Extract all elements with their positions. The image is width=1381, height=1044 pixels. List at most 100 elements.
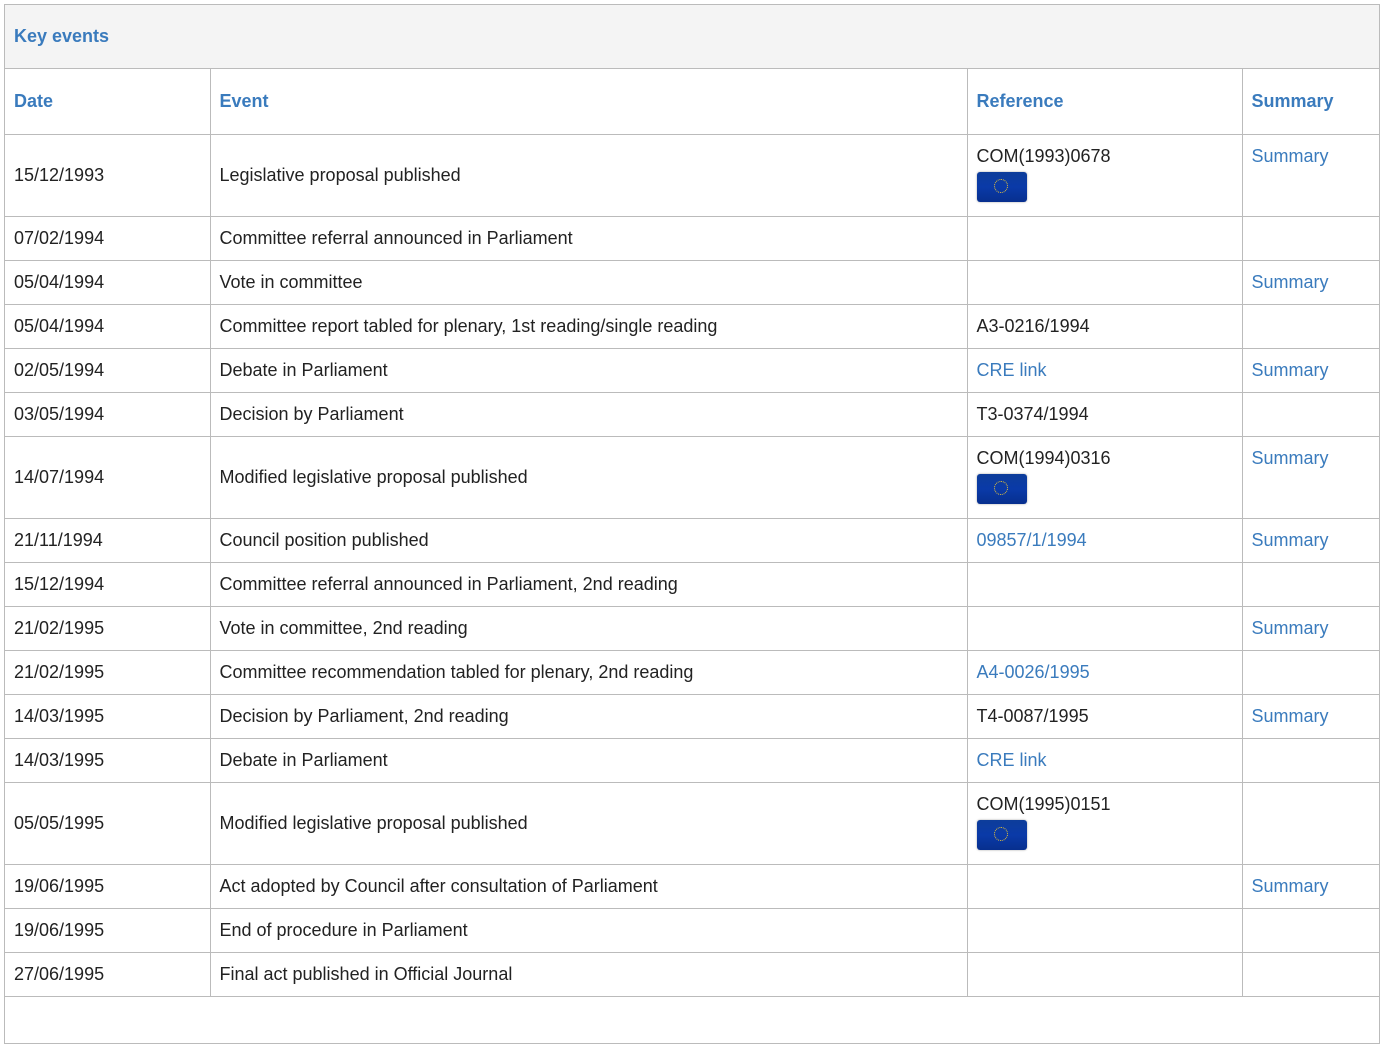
- event-reference: COM(1993)0678: [976, 145, 1111, 166]
- event-description: Committee referral announced in Parliame…: [209, 215, 968, 261]
- event-date: 19/06/1995: [5, 863, 211, 909]
- event-date: 15/12/1994: [5, 561, 211, 607]
- panel-title: Key events: [14, 26, 110, 46]
- column-header-reference: Reference: [966, 69, 1243, 135]
- event-reference-cell: COM(1993)0678: [966, 133, 1243, 217]
- event-date: 14/07/1994: [5, 435, 211, 519]
- table-row: 05/04/1994 Committee report tabled for p…: [5, 303, 1379, 349]
- table-row: 21/11/1994 Council position published 09…: [5, 517, 1379, 563]
- cre-link[interactable]: CRE link: [977, 360, 1047, 380]
- event-reference: [966, 605, 1243, 651]
- event-date: 05/04/1994: [5, 259, 211, 305]
- eu-flag-icon[interactable]: [976, 473, 1027, 504]
- event-reference: A3-0216/1994: [966, 303, 1243, 349]
- event-reference: [966, 951, 1243, 997]
- event-reference: T4-0087/1995: [966, 693, 1243, 739]
- summary-link[interactable]: Summary: [1252, 272, 1329, 292]
- table-header-row: Date Event Reference Summary: [5, 69, 1379, 135]
- table-row: 05/04/1994 Vote in committee Summary: [5, 259, 1379, 305]
- table-row: 03/05/1994 Decision by Parliament T3-037…: [5, 391, 1379, 437]
- event-description: Debate in Parliament: [209, 347, 968, 393]
- event-reference-cell: COM(1995)0151: [966, 781, 1243, 865]
- event-reference: [966, 863, 1243, 909]
- event-summary-cell: [1241, 649, 1379, 695]
- event-date: 02/05/1994: [5, 347, 211, 393]
- event-summary-cell: [1241, 951, 1379, 997]
- event-description: Committee recommendation tabled for plen…: [209, 649, 968, 695]
- event-summary-cell: Summary: [1241, 517, 1379, 563]
- council-document-link[interactable]: 09857/1/1994: [977, 530, 1087, 550]
- event-summary-cell: [1241, 391, 1379, 437]
- event-date: 21/11/1994: [5, 517, 211, 563]
- event-description: Vote in committee: [209, 259, 968, 305]
- event-summary-cell: Summary: [1241, 693, 1379, 739]
- event-summary-cell: Summary: [1241, 863, 1379, 909]
- summary-link[interactable]: Summary: [1252, 360, 1329, 380]
- event-summary-cell: Summary: [1241, 435, 1379, 519]
- column-header-date: Date: [5, 69, 211, 135]
- table-row: 19/06/1995 Act adopted by Council after …: [5, 863, 1379, 909]
- event-description: Council position published: [209, 517, 968, 563]
- cre-link[interactable]: CRE link: [977, 750, 1047, 770]
- event-summary-cell: [1241, 737, 1379, 783]
- event-reference: [966, 907, 1243, 953]
- table-row: 15/12/1994 Committee referral announced …: [5, 561, 1379, 607]
- event-description: Modified legislative proposal published: [209, 781, 968, 865]
- event-description: Decision by Parliament: [209, 391, 968, 437]
- event-description: Act adopted by Council after consultatio…: [209, 863, 968, 909]
- event-description: Modified legislative proposal published: [209, 435, 968, 519]
- key-events-panel: Key events Date Event Reference Summary …: [4, 4, 1380, 1044]
- eu-flag-icon[interactable]: [976, 171, 1027, 202]
- table-row: 14/03/1995 Decision by Parliament, 2nd r…: [5, 693, 1379, 739]
- event-date: 19/06/1995: [5, 907, 211, 953]
- event-reference-cell: 09857/1/1994: [966, 517, 1243, 563]
- event-summary-cell: Summary: [1241, 259, 1379, 305]
- event-summary-cell: Summary: [1241, 133, 1379, 217]
- event-date: 21/02/1995: [5, 649, 211, 695]
- event-description: Debate in Parliament: [209, 737, 968, 783]
- event-reference-cell: COM(1994)0316: [966, 435, 1243, 519]
- summary-link[interactable]: Summary: [1252, 530, 1329, 550]
- table-row: 21/02/1995 Committee recommendation tabl…: [5, 649, 1379, 695]
- table-row: 14/03/1995 Debate in Parliament CRE link: [5, 737, 1379, 783]
- event-date: 03/05/1994: [5, 391, 211, 437]
- table-row: 27/06/1995 Final act published in Offici…: [5, 951, 1379, 997]
- event-summary-cell: [1241, 303, 1379, 349]
- event-description: Decision by Parliament, 2nd reading: [209, 693, 968, 739]
- event-reference: [966, 215, 1243, 261]
- event-date: 27/06/1995: [5, 951, 211, 997]
- event-description: Legislative proposal published: [209, 133, 968, 217]
- event-date: 07/02/1994: [5, 215, 211, 261]
- summary-link[interactable]: Summary: [1252, 146, 1329, 166]
- column-header-summary: Summary: [1241, 69, 1379, 135]
- event-date: 05/04/1994: [5, 303, 211, 349]
- event-date: 14/03/1995: [5, 737, 211, 783]
- summary-link[interactable]: Summary: [1252, 706, 1329, 726]
- event-reference: T3-0374/1994: [966, 391, 1243, 437]
- event-reference: COM(1995)0151: [976, 793, 1111, 814]
- event-summary-cell: [1241, 215, 1379, 261]
- event-description: Committee referral announced in Parliame…: [209, 561, 968, 607]
- summary-link[interactable]: Summary: [1252, 448, 1329, 468]
- eu-flag-icon[interactable]: [976, 819, 1027, 850]
- summary-link[interactable]: Summary: [1252, 618, 1329, 638]
- event-summary-cell: [1241, 781, 1379, 865]
- table-row: 19/06/1995 End of procedure in Parliamen…: [5, 907, 1379, 953]
- event-reference: [966, 259, 1243, 305]
- event-summary-cell: [1241, 907, 1379, 953]
- event-date: 15/12/1993: [5, 133, 211, 217]
- table-row: 21/02/1995 Vote in committee, 2nd readin…: [5, 605, 1379, 651]
- event-description: Committee report tabled for plenary, 1st…: [209, 303, 968, 349]
- event-description: Vote in committee, 2nd reading: [209, 605, 968, 651]
- event-description: End of procedure in Parliament: [209, 907, 968, 953]
- table-row: 15/12/1993 Legislative proposal publishe…: [5, 133, 1379, 217]
- table-row: 02/05/1994 Debate in Parliament CRE link…: [5, 347, 1379, 393]
- table-row: 14/07/1994 Modified legislative proposal…: [5, 435, 1379, 519]
- event-summary-cell: [1241, 561, 1379, 607]
- summary-link[interactable]: Summary: [1252, 876, 1329, 896]
- report-link[interactable]: A4-0026/1995: [977, 662, 1090, 682]
- panel-header: Key events: [5, 5, 1379, 69]
- event-reference-cell: CRE link: [966, 737, 1243, 783]
- event-date: 21/02/1995: [5, 605, 211, 651]
- event-reference: [966, 561, 1243, 607]
